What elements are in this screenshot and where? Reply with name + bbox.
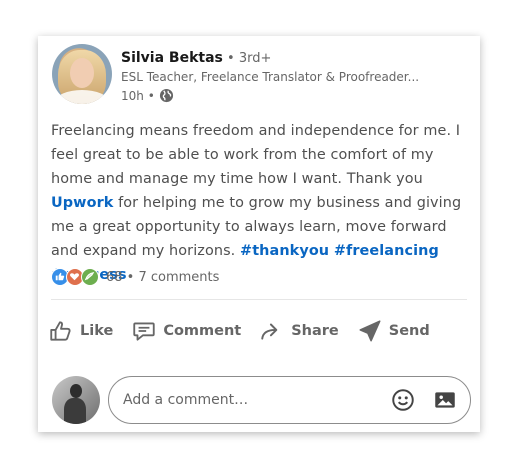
send-button[interactable]: Send <box>357 318 430 344</box>
hashtag-thankyou[interactable]: #thankyou <box>240 243 329 259</box>
hashtag-freelancing[interactable]: #freelancing <box>334 243 439 259</box>
reactions-and-comments-count[interactable]: 68 • 7 comments <box>106 270 219 285</box>
comment-input-box[interactable] <box>108 376 471 424</box>
like-button[interactable]: Like <box>48 318 113 344</box>
share-button[interactable]: Share <box>259 318 339 344</box>
comment-label: Comment <box>163 323 242 339</box>
share-label: Share <box>291 323 339 339</box>
image-icon[interactable] <box>432 387 458 413</box>
globe-icon <box>159 88 174 103</box>
post-card: Silvia Bektas • 3rd+ ESL Teacher, Freela… <box>38 36 480 432</box>
send-icon <box>359 320 381 342</box>
social-counts[interactable]: 68 • 7 comments <box>51 268 219 286</box>
mention-upwork[interactable]: Upwork <box>51 195 113 211</box>
author-name-line: Silvia Bektas • 3rd+ <box>121 50 271 66</box>
connection-degree: • 3rd+ <box>222 51 272 66</box>
current-user-avatar[interactable] <box>52 376 100 424</box>
post-meta: 10h • <box>121 88 174 103</box>
divider <box>51 299 467 300</box>
author-avatar[interactable] <box>52 44 112 104</box>
comment-input[interactable] <box>123 392 374 408</box>
thumbs-up-icon <box>50 321 71 341</box>
comment-icon <box>133 322 155 341</box>
post-text-part-1: Freelancing means freedom and independen… <box>51 123 461 187</box>
support-icon <box>81 268 99 286</box>
comment-count[interactable]: • 7 comments <box>123 270 220 285</box>
comment-button[interactable]: Comment <box>131 318 241 344</box>
author-name[interactable]: Silvia Bektas <box>121 50 223 66</box>
emoji-icon[interactable] <box>390 387 416 413</box>
like-label: Like <box>80 323 114 339</box>
author-headline: ESL Teacher, Freelance Translator & Proo… <box>121 70 420 84</box>
action-bar: Like Comment Share Send <box>48 318 430 344</box>
post-time: 10h • <box>121 88 155 103</box>
send-label: Send <box>388 323 430 339</box>
share-icon <box>261 323 278 340</box>
post-body: Freelancing means freedom and independen… <box>51 119 471 287</box>
reaction-count[interactable]: 68 <box>106 270 123 285</box>
